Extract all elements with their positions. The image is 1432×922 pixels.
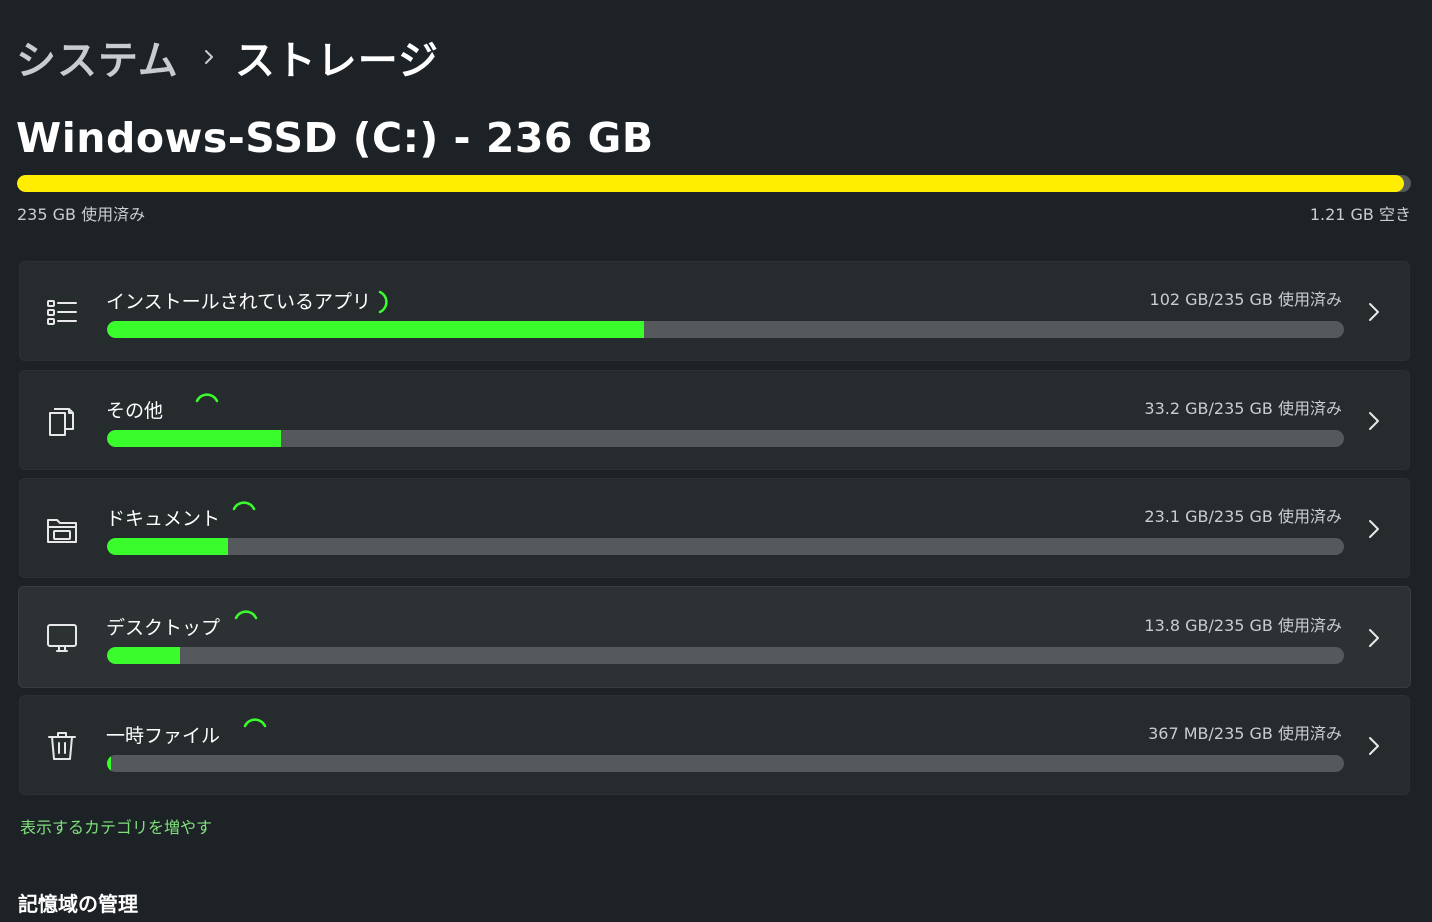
category-label: その他: [106, 400, 164, 422]
category-installed-apps[interactable]: インストールされているアプリ 102 GB/235 GB 使用済み: [19, 261, 1410, 361]
category-usage-bar: [107, 538, 1344, 555]
storage-management-heading: 記憶域の管理: [18, 892, 138, 916]
category-label: デスクトップ: [106, 617, 221, 639]
desktop-monitor-icon: [45, 621, 79, 655]
chevron-right-icon: [1367, 302, 1381, 322]
chevron-right-icon: [1367, 736, 1381, 756]
loading-spinner-icon: [194, 391, 220, 417]
chevron-right-icon: [1367, 519, 1381, 539]
chevron-right-icon: [1367, 411, 1381, 431]
category-label: 一時ファイル: [106, 725, 221, 747]
apps-list-icon: [45, 295, 79, 329]
drive-used-label: 235 GB 使用済み: [17, 205, 146, 224]
trash-icon: [45, 729, 79, 763]
chevron-right-icon: [1367, 628, 1381, 648]
category-usage-bar-fill: [107, 430, 282, 447]
category-usage-bar: [107, 755, 1344, 772]
loading-spinner-icon: [242, 716, 268, 742]
category-label: インストールされているアプリ: [106, 291, 372, 313]
category-temporary-files[interactable]: 一時ファイル 367 MB/235 GB 使用済み: [19, 695, 1410, 795]
category-documents[interactable]: ドキュメント 23.1 GB/235 GB 使用済み: [19, 478, 1410, 578]
category-desktop[interactable]: デスクトップ 13.8 GB/235 GB 使用済み: [18, 586, 1411, 688]
category-usage: 13.8 GB/235 GB 使用済み: [1144, 616, 1342, 635]
documents-folder-icon: [45, 512, 79, 546]
category-label: ドキュメント: [106, 508, 221, 530]
category-usage-bar: [107, 430, 1344, 447]
show-more-categories-link[interactable]: 表示するカテゴリを増やす: [20, 814, 212, 838]
category-usage-bar: [107, 647, 1344, 664]
category-usage-bar-fill: [107, 538, 229, 555]
category-usage: 23.1 GB/235 GB 使用済み: [1144, 507, 1342, 526]
category-usage: 102 GB/235 GB 使用済み: [1149, 290, 1342, 309]
loading-spinner-icon: [233, 608, 259, 634]
drive-usage-bar: [17, 175, 1411, 192]
page-title: ストレージ: [234, 38, 440, 84]
category-usage-bar: [107, 321, 1344, 338]
loading-spinner-icon: [372, 289, 398, 315]
loading-spinner-icon: [231, 499, 257, 525]
breadcrumb: システム ストレージ: [16, 30, 439, 84]
category-usage: 367 MB/235 GB 使用済み: [1148, 724, 1342, 743]
category-usage: 33.2 GB/235 GB 使用済み: [1144, 399, 1342, 418]
chevron-right-icon: [203, 48, 215, 66]
category-other[interactable]: その他 33.2 GB/235 GB 使用済み: [19, 370, 1410, 470]
category-usage-bar-fill: [107, 321, 644, 338]
breadcrumb-parent-system[interactable]: システム: [16, 28, 179, 86]
drive-title: Windows-SSD (C:) - 236 GB: [16, 114, 654, 162]
category-usage-bar-fill: [107, 647, 180, 664]
other-files-icon: [45, 404, 79, 438]
drive-free-label: 1.21 GB 空き: [1309, 205, 1411, 224]
drive-usage-bar-fill: [17, 175, 1405, 192]
category-usage-bar-fill: [107, 755, 111, 772]
